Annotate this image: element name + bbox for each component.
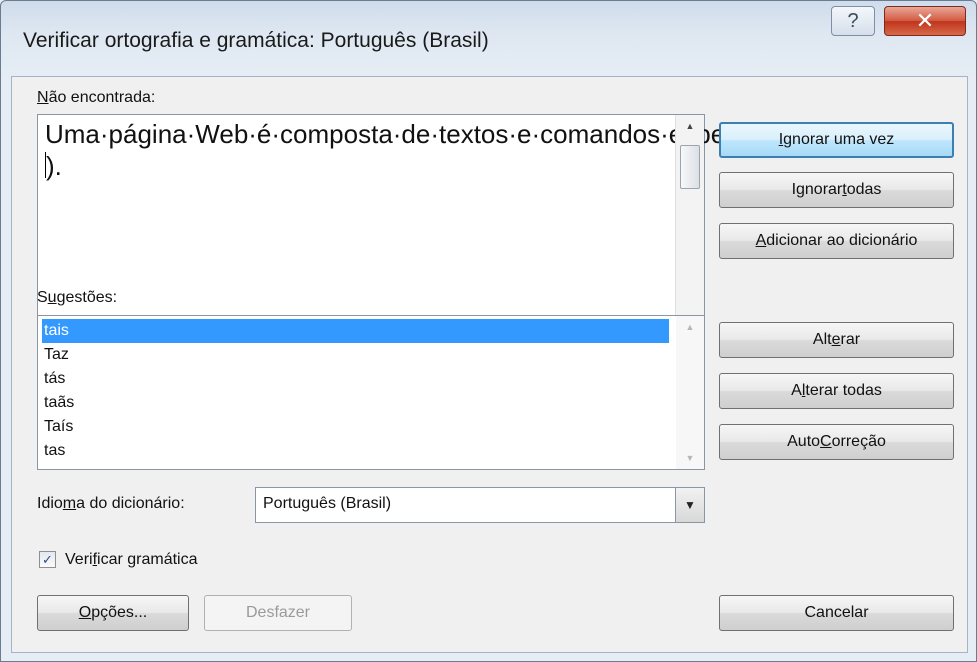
- ignore-once-button[interactable]: Ignorar uma vez: [719, 122, 954, 158]
- dictionary-language-label: Idioma do dicionário:: [37, 495, 185, 512]
- suggestion-item[interactable]: Taís: [42, 415, 669, 439]
- sentence-text[interactable]: Uma·página·Web·é·composta·de·textos·e·co…: [45, 118, 848, 182]
- scroll-up-icon[interactable]: ▲: [676, 115, 704, 137]
- dictionary-language-value: Português (Brasil): [263, 495, 392, 512]
- scroll-down-icon[interactable]: ▼: [676, 447, 704, 469]
- not-found-textbox[interactable]: Uma·página·Web·é·composta·de·textos·e·co…: [37, 114, 848, 346]
- dictionary-language-select[interactable]: Português (Brasil) ▼: [255, 487, 705, 523]
- check-grammar-checkbox[interactable]: ✓: [39, 551, 56, 568]
- add-to-dictionary-button[interactable]: Adicionar ao dicionário: [719, 223, 954, 259]
- change-button[interactable]: Alt e rar: [719, 322, 954, 358]
- suggestion-item[interactable]: tas: [42, 439, 669, 463]
- suggestion-item[interactable]: taãs: [42, 391, 669, 415]
- suggestion-item[interactable]: tais: [42, 319, 669, 343]
- chevron-down-icon[interactable]: ▼: [675, 488, 704, 522]
- close-button[interactable]: ✕: [884, 6, 966, 36]
- change-all-button[interactable]: Al terar todas: [719, 373, 954, 409]
- suggestions-list[interactable]: tais Taz tás taãs Taís tas ▲ ▼: [37, 315, 705, 470]
- not-found-label: Não encontrada:: [37, 89, 156, 106]
- check-mark-icon: ✓: [42, 551, 53, 567]
- sentence-after: ).: [46, 151, 62, 181]
- scroll-up-icon[interactable]: ▲: [676, 316, 704, 338]
- suggestions-scrollbar[interactable]: ▲ ▼: [676, 316, 704, 469]
- title-bar: Verificar ortografia e gramática: Portug…: [1, 1, 976, 76]
- sentence-scrollbar[interactable]: ▲ ▼: [675, 115, 704, 345]
- autocorrect-button[interactable]: Auto Correção: [719, 424, 954, 460]
- close-icon: ✕: [915, 8, 935, 33]
- scroll-thumb[interactable]: [680, 145, 700, 189]
- cancel-button[interactable]: Cancelar: [719, 595, 954, 631]
- suggestions-label: Sugestões:: [37, 289, 118, 306]
- dialog-body: Não encontrada: Uma·página·Web·é·compost…: [11, 76, 968, 653]
- check-grammar-label[interactable]: Verificar gramática: [65, 551, 198, 569]
- suggestion-item[interactable]: Taz: [42, 343, 669, 367]
- help-button[interactable]: ?: [831, 6, 875, 36]
- spelling-dialog: Verificar ortografia e gramática: Portug…: [0, 0, 977, 662]
- help-icon: ?: [847, 9, 859, 32]
- options-button[interactable]: Opções...: [37, 595, 189, 631]
- undo-button[interactable]: Desfazer: [204, 595, 352, 631]
- window-title: Verificar ortografia e gramática: Portug…: [23, 29, 489, 52]
- ignore-all-button[interactable]: Ignorar t odas: [719, 172, 954, 208]
- suggestion-item[interactable]: tás: [42, 367, 669, 391]
